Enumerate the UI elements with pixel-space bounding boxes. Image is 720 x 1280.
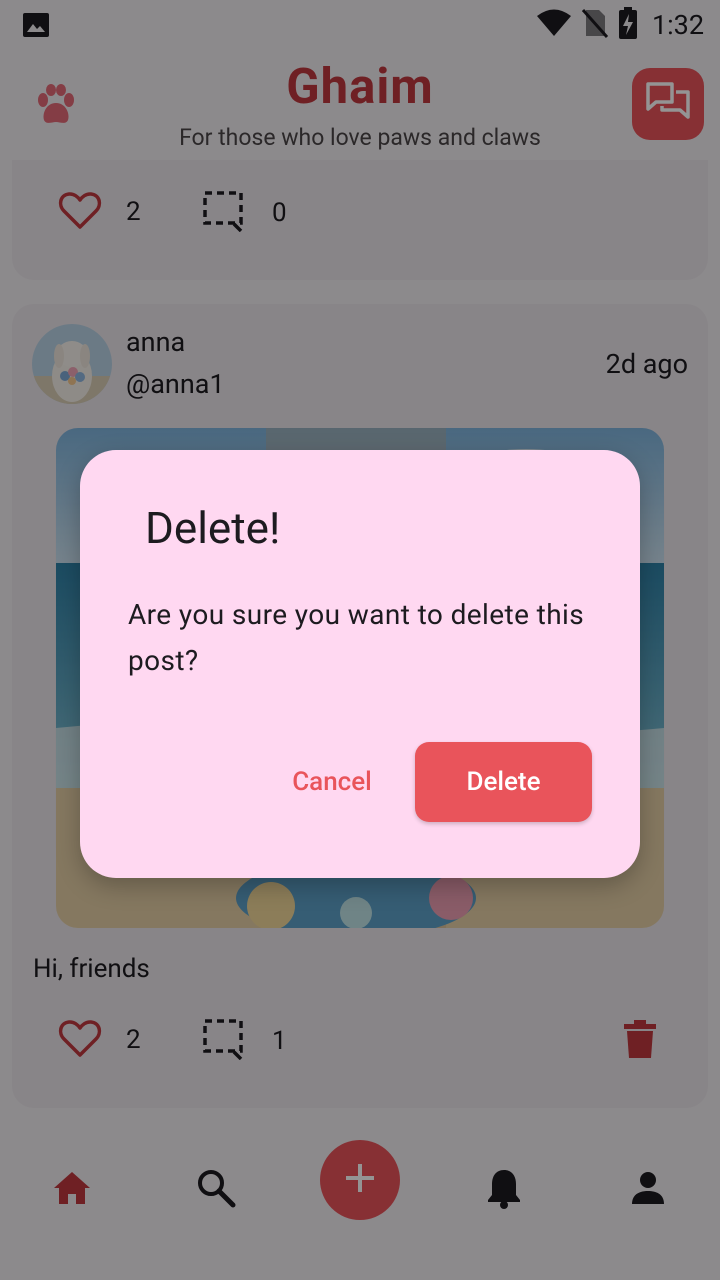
cancel-button[interactable]: Cancel xyxy=(276,742,388,822)
dialog-message: Are you sure you want to delete this pos… xyxy=(128,598,585,677)
dialog-title: Delete! xyxy=(145,502,281,554)
delete-dialog: Delete! Are you sure you want to delete … xyxy=(80,450,640,878)
delete-button[interactable]: Delete xyxy=(415,742,592,822)
